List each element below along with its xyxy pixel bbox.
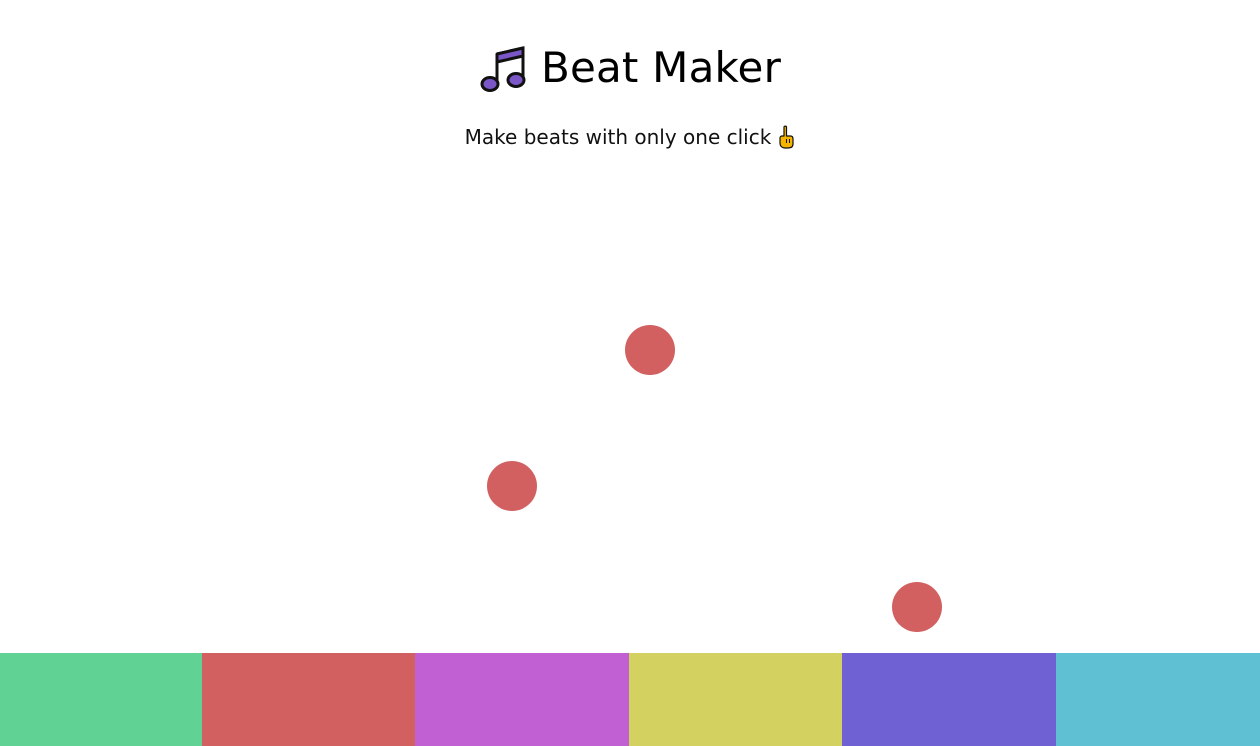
bouncing-ball	[487, 461, 537, 511]
subtitle-text: Make beats with only one click	[464, 125, 772, 149]
ball-stage	[0, 180, 1260, 653]
drum-pad-2[interactable]	[202, 653, 415, 746]
pointing-hand-icon	[779, 125, 794, 149]
bouncing-ball	[892, 582, 942, 632]
drum-pads	[0, 653, 1260, 746]
drum-pad-1[interactable]	[0, 653, 202, 746]
musical-notes-icon	[480, 46, 526, 92]
header: Beat Maker Make beats with only one clic…	[0, 0, 1260, 180]
page-title: Beat Maker	[0, 44, 1260, 92]
drum-pad-5[interactable]	[842, 653, 1056, 746]
subtitle: Make beats with only one click	[0, 124, 1260, 150]
drum-pad-6[interactable]	[1056, 653, 1260, 746]
title-text: Beat Maker	[540, 43, 782, 92]
bouncing-ball	[625, 325, 675, 375]
drum-pad-3[interactable]	[415, 653, 629, 746]
drum-pad-4[interactable]	[629, 653, 842, 746]
